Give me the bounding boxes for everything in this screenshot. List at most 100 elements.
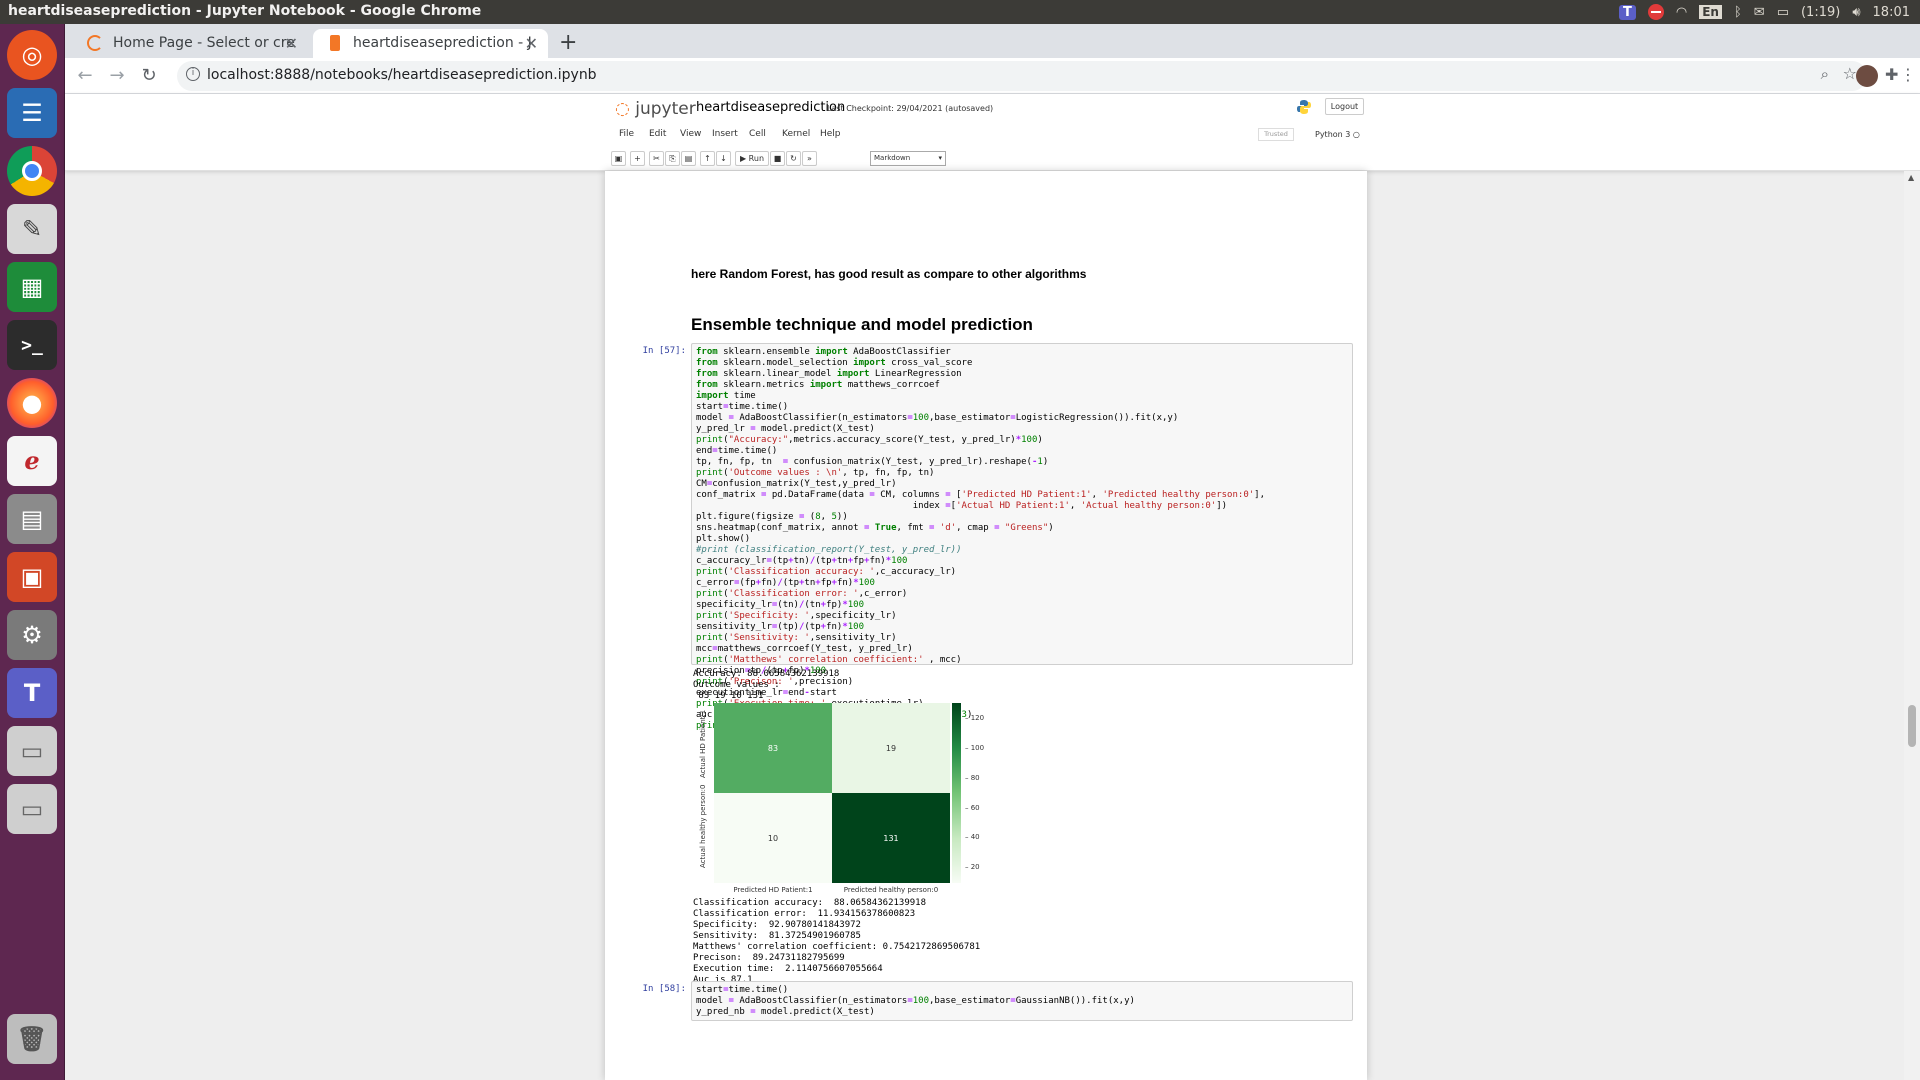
y-tick-label-0: Actual HD Patient:1 <box>699 709 707 778</box>
interrupt-icon[interactable]: ■ <box>770 151 785 166</box>
tab-home-page[interactable]: Home Page - Select or cre ✕ <box>73 29 308 58</box>
paste-icon[interactable]: ▤ <box>681 151 696 166</box>
reload-button[interactable]: ↻ <box>137 64 161 88</box>
logout-button[interactable]: Logout <box>1325 98 1364 115</box>
clock[interactable]: 18:01 <box>1873 5 1910 20</box>
terminal-icon[interactable]: >_ <box>7 320 57 370</box>
menu-insert[interactable]: Insert <box>712 129 738 139</box>
back-button[interactable]: ← <box>73 64 97 88</box>
close-tab-icon[interactable]: ✕ <box>285 34 298 53</box>
drive2-icon[interactable]: ▭ <box>7 784 57 834</box>
insert-cell-icon[interactable]: + <box>630 151 645 166</box>
bluetooth-icon[interactable]: ᛒ <box>1734 5 1742 20</box>
jupyter-logo-text: jupyter <box>635 99 696 119</box>
jupyter-logo[interactable]: ◌ jupyter <box>615 99 696 119</box>
extensions-icon[interactable]: ✚ <box>1885 65 1898 84</box>
colorbar-tick-1: – 40 <box>965 833 980 842</box>
evince-icon[interactable]: ℯ <box>7 436 57 486</box>
files-icon[interactable]: ▤ <box>7 494 57 544</box>
teams-icon[interactable]: T <box>7 668 57 718</box>
notebook-favicon-icon <box>330 35 340 51</box>
volume-icon[interactable]: 🔊︎ <box>1852 5 1860 20</box>
notebook-menubar: File Edit View Insert Cell Kernel Help <box>611 125 1369 143</box>
address-bar[interactable]: i localhost:8888/notebooks/heartdiseasep… <box>177 61 1867 91</box>
cell-prompt-57: In [57]: <box>642 346 686 356</box>
colorbar-tick-3: – 80 <box>965 773 980 782</box>
do-not-disturb-icon[interactable] <box>1647 4 1664 20</box>
drive-icon[interactable]: ▭ <box>7 726 57 776</box>
scroll-up-icon[interactable]: ▲ <box>1908 173 1914 182</box>
cut-icon[interactable]: ✂ <box>649 151 664 166</box>
menu-view[interactable]: View <box>680 129 701 139</box>
site-info-icon[interactable]: i <box>186 67 200 81</box>
firefox-icon[interactable]: ● <box>7 378 57 428</box>
page-scrollbar[interactable]: ▲ <box>1904 171 1920 1080</box>
heatmap-cell-0-1: 19 <box>832 703 950 793</box>
colorbar <box>952 703 961 883</box>
chrome-menu-icon[interactable]: ⋮ <box>1900 65 1916 84</box>
bookmark-star-icon[interactable]: ☆ <box>1843 64 1857 83</box>
confusion-matrix-heatmap: 83 19 10 131 – 20 – 40 – 60 – 80 – 100 – 120 Pre… <box>697 701 984 894</box>
notebook-name[interactable]: heartdiseaseprediction <box>696 100 845 115</box>
cell-type-select[interactable]: Markdown ▾ <box>870 151 946 166</box>
impress-icon[interactable]: ▣ <box>7 552 57 602</box>
heatmap-cell-0-0: 83 <box>714 703 832 793</box>
system-tray: T ◠ En ᛒ ✉ ▭ (1:19) 🔊︎ 18:01 <box>1619 0 1910 24</box>
tab-heartdiseaseprediction[interactable]: heartdiseaseprediction - J ✕ <box>313 29 548 58</box>
run-label: Run <box>748 154 765 163</box>
section-heading[interactable]: Ensemble technique and model prediction <box>691 315 1033 335</box>
trusted-badge[interactable]: Trusted <box>1258 128 1294 141</box>
checkpoint-status: Last Checkpoint: 29/04/2021 (autosaved) <box>827 104 994 113</box>
move-up-icon[interactable]: ↑ <box>700 151 715 166</box>
system-top-bar: heartdiseaseprediction - Jupyter Noteboo… <box>0 0 1920 24</box>
menu-help[interactable]: Help <box>820 129 841 139</box>
close-tab-icon[interactable]: ✕ <box>525 34 538 53</box>
scrollbar-thumb[interactable] <box>1908 705 1916 747</box>
kernel-name: Python 3 <box>1315 130 1351 139</box>
mail-icon[interactable]: ✉ <box>1754 5 1765 20</box>
battery-icon[interactable]: ▭ <box>1777 5 1789 20</box>
wifi-icon[interactable]: ◠ <box>1676 5 1687 20</box>
markdown-cell-text[interactable]: here Random Forest, has good result as c… <box>691 267 1086 281</box>
trash-icon[interactable]: 🗑︎ <box>7 1014 57 1064</box>
forward-button[interactable]: → <box>105 64 129 88</box>
menu-file[interactable]: File <box>619 129 634 139</box>
menu-edit[interactable]: Edit <box>649 129 666 139</box>
tab-label: heartdiseaseprediction - J <box>353 35 532 51</box>
language-indicator[interactable]: En <box>1699 5 1722 19</box>
cell-output-text-top: Accuracy: 88.06584362139918 Outcome valu… <box>693 669 840 701</box>
writer-icon[interactable]: ☰ <box>7 88 57 138</box>
save-icon[interactable]: ▣ <box>611 151 626 166</box>
ubuntu-icon[interactable]: ◎ <box>7 30 57 80</box>
text-editor-icon[interactable]: ✎ <box>7 204 57 254</box>
tab-label: Home Page - Select or cre <box>113 35 295 51</box>
settings-icon[interactable]: ⚙ <box>7 610 57 660</box>
copy-icon[interactable]: ⎘ <box>665 151 680 166</box>
window-title: heartdiseaseprediction - Jupyter Noteboo… <box>8 3 482 19</box>
code-editor-58[interactable]: start=time.time() model = AdaBoostClassi… <box>692 982 1352 1021</box>
teams-tray-icon[interactable]: T <box>1619 4 1636 20</box>
cell-output-text-bottom: Classification accuracy: 88.065843621399… <box>693 898 981 985</box>
x-tick-label-1: Predicted healthy person:0 <box>843 886 939 894</box>
browser-tab-strip: Home Page - Select or cre ✕ heartdisease… <box>65 24 1920 58</box>
menu-cell[interactable]: Cell <box>749 129 766 139</box>
restart-run-all-icon[interactable]: » <box>802 151 817 166</box>
kernel-idle-icon: ○ <box>1352 130 1360 139</box>
zoom-icon[interactable]: ⌕ <box>1821 65 1829 83</box>
move-down-icon[interactable]: ↓ <box>716 151 731 166</box>
jupyter-logo-icon: ◌ <box>615 99 630 119</box>
cell-type-value: Markdown <box>874 154 911 162</box>
restart-icon[interactable]: ↻ <box>786 151 801 166</box>
new-tab-button[interactable]: + <box>559 30 577 55</box>
code-cell-58[interactable]: start=time.time() model = AdaBoostClassi… <box>691 981 1353 1021</box>
calc-icon[interactable]: ▦ <box>7 262 57 312</box>
colorbar-tick-5: – 120 <box>965 714 985 723</box>
run-button[interactable]: ▶ Run <box>735 151 769 166</box>
menu-kernel[interactable]: Kernel <box>782 129 810 139</box>
chrome-icon[interactable] <box>7 146 57 196</box>
browser-toolbar: ← → ↻ i localhost:8888/notebooks/heartdi… <box>65 58 1920 94</box>
jupyter-header: ◌ jupyter heartdiseaseprediction Last Ch… <box>65 94 1920 171</box>
heatmap-cell-1-1: 131 <box>832 793 950 883</box>
code-cell-57[interactable]: from sklearn.ensemble import AdaBoostCla… <box>691 343 1353 731</box>
profile-avatar[interactable] <box>1856 65 1878 87</box>
